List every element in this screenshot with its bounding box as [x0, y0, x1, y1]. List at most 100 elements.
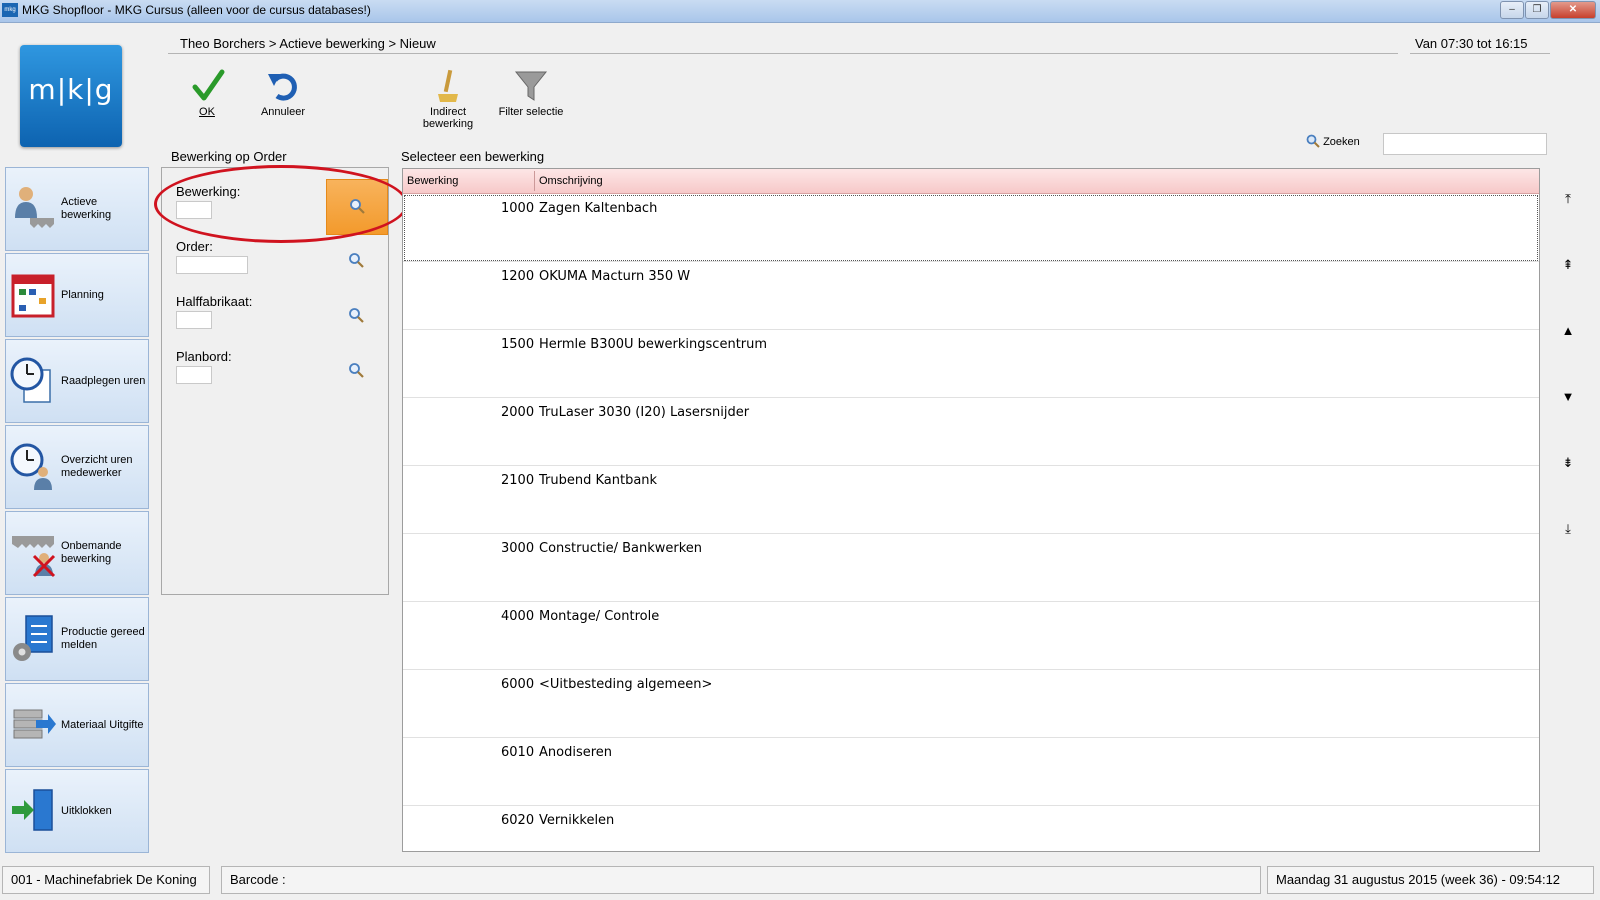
row-desc: Constructie/ Bankwerken: [539, 541, 703, 556]
nav-raadplegen-uren[interactable]: Raadplegen uren: [5, 339, 149, 423]
breadcrumb-divider: [168, 53, 1398, 54]
table-row[interactable]: 1000 Zagen Kaltenbach: [403, 194, 1539, 262]
table-row[interactable]: 2000 TruLaser 3030 (I20) Lasersnijder: [403, 398, 1539, 466]
nav-productie-gereed-melden[interactable]: Productie gereed melden: [5, 597, 149, 681]
logo-text: m|k|g: [28, 73, 114, 106]
nav-label: Productie gereed melden: [61, 626, 145, 651]
nav-label: Uitklokken: [61, 804, 112, 817]
planbord-lookup-icon[interactable]: [348, 362, 364, 378]
halffabrikaat-input[interactable]: [176, 311, 212, 329]
order-input[interactable]: [176, 256, 248, 274]
checkmark-icon: [190, 68, 226, 104]
indirect-bewerking-button[interactable]: Indirect bewerking: [418, 68, 478, 130]
table-row[interactable]: 6010 Anodiseren: [403, 738, 1539, 806]
nav-uitklokken[interactable]: Uitklokken: [5, 769, 149, 853]
filter-selection-button[interactable]: Filter selectie: [498, 68, 564, 118]
table-row[interactable]: 1200 OKUMA Macturn 350 W: [403, 262, 1539, 330]
table-row[interactable]: 3000 Constructie/ Bankwerken: [403, 534, 1539, 602]
nav-label: Overzicht uren medewerker: [61, 454, 133, 479]
breadcrumb: Theo Borchers > Actieve bewerking > Nieu…: [180, 36, 436, 51]
row-code: 6010: [501, 745, 535, 760]
nav-label: Onbemande bewerking: [61, 540, 122, 565]
row-desc: Trubend Kantbank: [539, 473, 658, 488]
nav-materiaal-uitgifte[interactable]: Materiaal Uitgifte: [5, 683, 149, 767]
status-datetime: Maandag 31 augustus 2015 (week 36) - 09:…: [1267, 866, 1594, 894]
nav-actieve-bewerking[interactable]: Actieve bewerking: [5, 167, 149, 251]
scroll-page-up-button[interactable]: ⇞: [1558, 258, 1578, 272]
nav-planning[interactable]: Planning: [5, 253, 149, 337]
row-code: 1500: [501, 337, 535, 352]
status-company: 001 - Machinefabriek De Koning: [2, 866, 210, 894]
grid-header: Bewerking Omschrijving: [403, 169, 1539, 194]
row-desc: Vernikkelen: [539, 813, 615, 828]
grid-title: Selecteer een bewerking: [401, 149, 545, 164]
door-exit-icon: [10, 786, 56, 836]
table-row[interactable]: 6000 <Uitbesteding algemeen>: [403, 670, 1539, 738]
left-panel-title: Bewerking op Order: [171, 149, 287, 164]
search-label: Zoeken: [1323, 136, 1360, 148]
indirect-label-line2: bewerking: [422, 118, 474, 130]
scroll-up-button[interactable]: ▲: [1558, 324, 1578, 338]
scroll-last-button[interactable]: ⤓: [1558, 522, 1578, 536]
table-row[interactable]: 1500 Hermle B300U bewerkingscentrum: [403, 330, 1539, 398]
nav-label: Planning: [61, 288, 104, 301]
broom-icon: [430, 68, 466, 104]
column-separator: [534, 171, 535, 191]
order-lookup-icon[interactable]: [348, 252, 364, 268]
row-code: 2100: [501, 473, 535, 488]
calendar-icon: [10, 270, 56, 320]
row-code: 6020: [501, 813, 535, 828]
scroll-first-button[interactable]: ⤒: [1558, 192, 1578, 206]
maximize-button[interactable]: ❐: [1525, 1, 1549, 19]
shift-divider: [1410, 53, 1550, 54]
saw-no-person-icon: [10, 528, 56, 578]
shift-time: Van 07:30 tot 16:15: [1415, 36, 1528, 51]
cancel-label: Annuleer: [260, 106, 306, 118]
indirect-label-line1: Indirect: [429, 106, 467, 118]
row-desc: <Uitbesteding algemeen>: [539, 677, 713, 692]
close-button[interactable]: ✕: [1550, 1, 1596, 19]
column-header-bewerking[interactable]: Bewerking: [407, 175, 458, 187]
order-label: Order:: [176, 239, 213, 254]
worker-saw-icon: [10, 184, 56, 234]
row-desc: OKUMA Macturn 350 W: [539, 269, 691, 284]
row-desc: Montage/ Controle: [539, 609, 660, 624]
row-desc: Zagen Kaltenbach: [539, 201, 658, 216]
table-row[interactable]: 4000 Montage/ Controle: [403, 602, 1539, 670]
window-title: MKG Shopfloor - MKG Cursus (alleen voor …: [22, 3, 371, 17]
status-barcode[interactable]: Barcode :: [221, 866, 1261, 894]
nav-label: Raadplegen uren: [61, 374, 146, 387]
table-row[interactable]: 2100 Trubend Kantbank: [403, 466, 1539, 534]
minimize-button[interactable]: –: [1500, 1, 1524, 19]
nav-label: Actieve bewerking: [61, 196, 112, 221]
nav-onbemande-bewerking[interactable]: Onbemande bewerking: [5, 511, 149, 595]
search-input[interactable]: [1383, 133, 1547, 155]
undo-icon: [265, 68, 301, 104]
title-bar: mkg MKG Shopfloor - MKG Cursus (alleen v…: [0, 0, 1600, 23]
stack-arrow-icon: [10, 700, 56, 750]
column-header-omschrijving[interactable]: Omschrijving: [539, 175, 603, 187]
row-code: 3000: [501, 541, 535, 556]
halffabrikaat-lookup-icon[interactable]: [348, 307, 364, 323]
cancel-button[interactable]: Annuleer: [260, 68, 306, 118]
scroll-page-down-button[interactable]: ⇟: [1558, 456, 1578, 470]
row-code: 1000: [501, 201, 535, 216]
ok-button[interactable]: OK: [190, 68, 226, 118]
clock-document-icon: [10, 356, 56, 406]
filter-label: Filter selectie: [498, 106, 564, 118]
funnel-icon: [513, 68, 549, 104]
halffabrikaat-label: Halffabrikaat:: [176, 294, 253, 309]
bewerking-grid: Bewerking Omschrijving 1000 Zagen Kaltenb…: [402, 168, 1540, 852]
scroll-down-button[interactable]: ▼: [1558, 390, 1578, 404]
highlight-ring: [154, 165, 408, 243]
app-icon: mkg: [2, 3, 18, 17]
table-row[interactable]: 6020 Vernikkelen: [403, 806, 1539, 851]
row-desc: Hermle B300U bewerkingscentrum: [539, 337, 768, 352]
planbord-input[interactable]: [176, 366, 212, 384]
row-code: 4000: [501, 609, 535, 624]
mkg-logo: m|k|g: [20, 45, 122, 147]
row-code: 6000: [501, 677, 535, 692]
search-label-area: Zoeken: [1306, 134, 1360, 148]
nav-overzicht-uren-medewerker[interactable]: Overzicht uren medewerker: [5, 425, 149, 509]
planbord-label: Planbord:: [176, 349, 232, 364]
